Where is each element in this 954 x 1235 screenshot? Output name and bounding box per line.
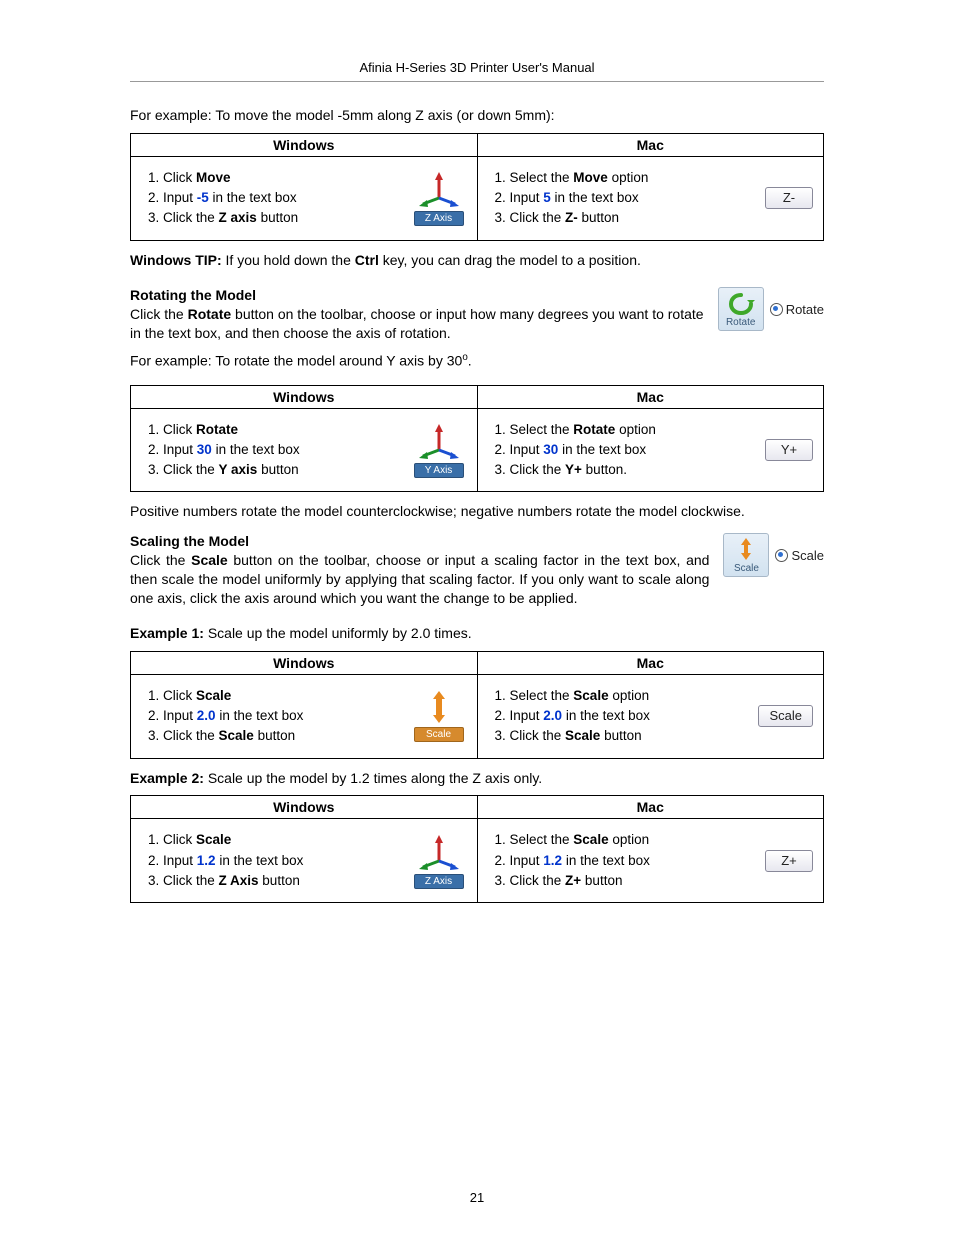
col-mac: Mac bbox=[477, 796, 824, 819]
rotate-note: Positive numbers rotate the model counte… bbox=[130, 502, 824, 521]
move-mac-steps: Select the Move option Input 5 in the te… bbox=[510, 167, 649, 230]
scale-radio: Scale bbox=[775, 548, 824, 563]
z-plus-button[interactable]: Z+ bbox=[765, 850, 813, 872]
scale2-win-steps: Click Scale Input 1.2 in the text box Cl… bbox=[163, 829, 303, 892]
rotate-win-steps: Click Rotate Input 30 in the text box Cl… bbox=[163, 419, 300, 482]
z-axis-button-icon-2: Z Axis bbox=[411, 833, 467, 889]
scale-button-icon: Scale bbox=[411, 690, 467, 742]
z-axis-caption: Z Axis bbox=[414, 211, 464, 226]
col-mac: Mac bbox=[477, 133, 824, 156]
rotate-radio: Rotate bbox=[770, 302, 824, 317]
windows-tip: Windows TIP: If you hold down the Ctrl k… bbox=[130, 251, 824, 270]
move-example-intro: For example: To move the model -5mm alon… bbox=[130, 106, 824, 125]
scale2-table: Windows Mac Click Scale Input 1.2 in the… bbox=[130, 795, 824, 903]
scale1-mac-steps: Select the Scale option Input 2.0 in the… bbox=[510, 685, 650, 748]
scale-side-block: Scale Scale bbox=[723, 533, 824, 577]
rotate-side-block: Rotate Rotate bbox=[718, 287, 824, 331]
z-axis-caption-2: Z Axis bbox=[414, 874, 464, 889]
rotate-mac-steps: Select the Rotate option Input 30 in the… bbox=[510, 419, 656, 482]
rotate-example-intro: For example: To rotate the model around … bbox=[130, 351, 824, 371]
col-windows: Windows bbox=[131, 796, 478, 819]
scale2-mac-steps: Select the Scale option Input 1.2 in the… bbox=[510, 829, 650, 892]
scaling-paragraph: Click the Scale button on the toolbar, c… bbox=[130, 551, 824, 608]
move-win-steps: Click Move Input -5 in the text box Clic… bbox=[163, 167, 298, 230]
col-mac: Mac bbox=[477, 651, 824, 674]
scaling-heading: Scaling the Model bbox=[130, 533, 824, 549]
rotate-table: Windows Mac Click Rotate Input 30 in the… bbox=[130, 385, 824, 493]
z-minus-button[interactable]: Z- bbox=[765, 187, 813, 209]
y-axis-button-icon: Y Axis bbox=[411, 422, 467, 478]
z-axis-button-icon: Z Axis bbox=[411, 170, 467, 226]
page-header: Afinia H-Series 3D Printer User's Manual bbox=[130, 60, 824, 82]
col-windows: Windows bbox=[131, 651, 478, 674]
col-mac: Mac bbox=[477, 385, 824, 408]
scale1-table: Windows Mac Click Scale Input 2.0 in the… bbox=[130, 651, 824, 759]
col-windows: Windows bbox=[131, 133, 478, 156]
page-number: 21 bbox=[0, 1190, 954, 1205]
example2-label: Example 2: Scale up the model by 1.2 tim… bbox=[130, 769, 824, 788]
y-plus-button[interactable]: Y+ bbox=[765, 439, 813, 461]
y-axis-caption: Y Axis bbox=[414, 463, 464, 478]
move-table: Windows Mac Click Move Input -5 in the t… bbox=[130, 133, 824, 241]
col-windows: Windows bbox=[131, 385, 478, 408]
example1-label: Example 1: Scale up the model uniformly … bbox=[130, 624, 824, 643]
scale-toolbar-icon: Scale bbox=[723, 533, 769, 577]
scale-caption: Scale bbox=[414, 727, 464, 742]
scale-mac-button[interactable]: Scale bbox=[758, 705, 813, 727]
scale1-win-steps: Click Scale Input 2.0 in the text box Cl… bbox=[163, 685, 303, 748]
rotate-toolbar-icon: Rotate bbox=[718, 287, 764, 331]
